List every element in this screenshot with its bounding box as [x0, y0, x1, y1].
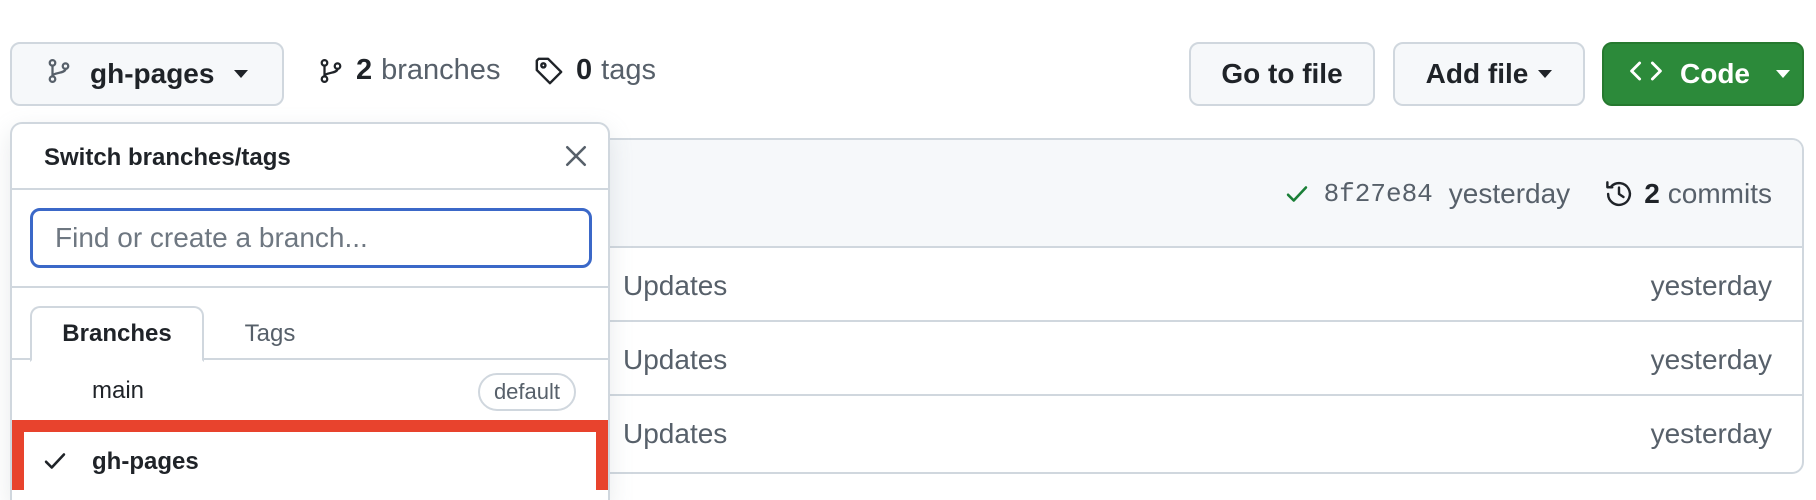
code-label: Code	[1680, 58, 1750, 89]
tags-count: 0	[576, 54, 593, 86]
file-age: yesterday	[1650, 344, 1772, 375]
chevron-down-icon	[1776, 70, 1790, 78]
branch-item-main[interactable]: main default	[12, 360, 608, 420]
commit-message-link[interactable]: Updates	[623, 418, 727, 450]
add-file-label: Add file	[1425, 58, 1529, 89]
branch-list: main default gh-pages	[12, 360, 608, 490]
git-branch-icon	[46, 56, 72, 93]
branch-name: gh-pages	[92, 448, 199, 475]
branch-item-gh-pages[interactable]: gh-pages	[12, 420, 608, 490]
go-to-file-button[interactable]: Go to file	[1189, 42, 1375, 106]
check-icon	[42, 448, 68, 481]
chevron-down-icon	[234, 70, 249, 78]
tab-tags[interactable]: Tags	[212, 306, 328, 362]
file-list: 8f27e84 yesterday 2 commits Updates yest…	[608, 138, 1804, 474]
file-row[interactable]: Updates yesterday	[608, 248, 1802, 322]
commit-time: yesterday	[1448, 178, 1571, 209]
chevron-down-icon	[1538, 70, 1553, 78]
commit-message-link[interactable]: Updates	[623, 344, 727, 376]
commit-message-link[interactable]: Updates	[623, 270, 727, 302]
branch-search-input[interactable]	[30, 208, 592, 268]
history-icon	[1606, 181, 1632, 207]
default-badge: default	[477, 373, 576, 411]
file-age: yesterday	[1650, 418, 1772, 449]
file-row[interactable]: Updates yesterday	[608, 396, 1802, 470]
check-icon	[1286, 186, 1307, 202]
branches-count: 2	[356, 54, 373, 86]
commit-sha-link[interactable]: 8f27e84	[1324, 179, 1433, 209]
file-row[interactable]: Updates yesterday	[608, 322, 1802, 396]
code-icon	[1630, 58, 1662, 90]
tag-icon	[535, 57, 563, 84]
commits-count: 2	[1644, 178, 1660, 209]
git-branch-icon	[320, 58, 342, 83]
dropdown-tabs: Branches Tags	[12, 288, 608, 362]
tab-branches[interactable]: Branches	[30, 306, 204, 362]
branch-name: main	[92, 377, 145, 404]
branches-label: branches	[381, 54, 501, 86]
tags-label: tags	[601, 54, 656, 86]
branch-selector-label: gh-pages	[90, 58, 215, 89]
dropdown-search-area	[12, 190, 608, 288]
file-age: yesterday	[1650, 270, 1772, 301]
commit-info: 8f27e84 yesterday 2 commits	[1284, 178, 1772, 210]
add-file-button[interactable]: Add file	[1393, 42, 1585, 106]
commits-link[interactable]: 2 commits	[1604, 178, 1772, 210]
close-icon[interactable]	[562, 142, 590, 170]
commits-label: commits	[1667, 178, 1772, 209]
tags-link[interactable]: 0 tags	[534, 54, 656, 87]
go-to-file-label: Go to file	[1221, 58, 1343, 89]
dropdown-title: Switch branches/tags	[44, 144, 291, 171]
dropdown-header: Switch branches/tags	[12, 124, 608, 190]
latest-commit-bar: 8f27e84 yesterday 2 commits	[608, 140, 1802, 248]
code-button[interactable]: Code	[1602, 42, 1804, 106]
branch-switcher-dropdown: Switch branches/tags Branches Tags main …	[10, 122, 610, 500]
branches-link[interactable]: 2 branches	[318, 54, 500, 87]
branch-selector-button[interactable]: gh-pages	[10, 42, 284, 106]
